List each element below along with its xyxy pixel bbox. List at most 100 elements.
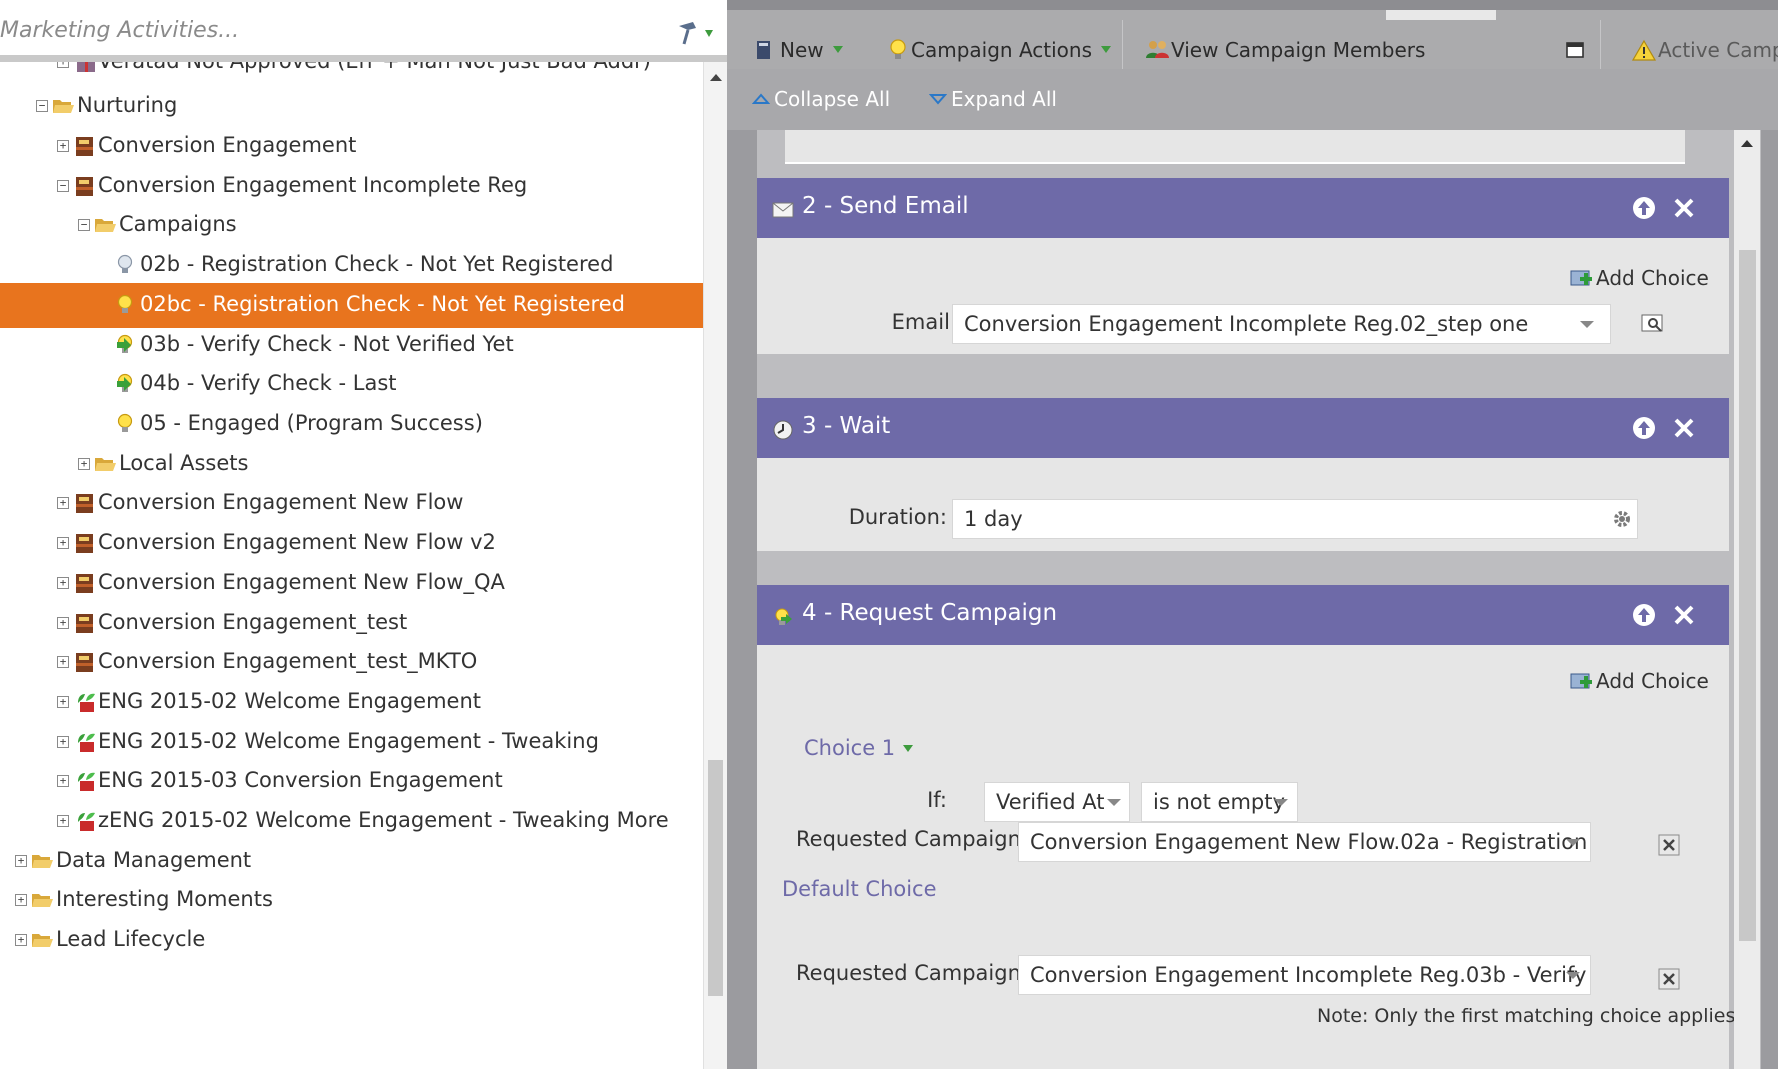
expand-icon[interactable]: + [57, 577, 69, 589]
engagement-program-icon [76, 574, 93, 593]
tree-campaign-02bc-selected[interactable]: 02bc - Registration Check - Not Yet Regi… [0, 283, 703, 328]
engagement-program-icon [76, 653, 93, 672]
collapse-all-button[interactable]: Collapse All [752, 87, 890, 111]
flow-editor-panel: New Campaign Actions View Campaign Membe… [727, 0, 1778, 1069]
collapse-icon[interactable]: − [36, 100, 48, 112]
expand-arrow-icon [929, 94, 947, 105]
condition-field-select[interactable]: Verified At [984, 782, 1130, 822]
chevron-down-icon [1580, 321, 1594, 328]
tree-folder-lead-lifecycle[interactable]: + Lead Lifecycle [0, 918, 703, 963]
preview-email-icon[interactable] [1641, 313, 1665, 335]
chevron-down-icon [1566, 972, 1580, 979]
flow-scrollbar[interactable] [1734, 130, 1760, 1069]
expand-icon[interactable]: + [15, 934, 27, 946]
expand-icon[interactable]: + [57, 736, 69, 748]
search-options-icon[interactable] [676, 20, 716, 48]
expand-icon[interactable]: + [57, 62, 69, 68]
window-icon[interactable] [1565, 40, 1585, 60]
tree-item-conversion-engagement[interactable]: + Conversion Engagement [0, 124, 703, 169]
delete-step-icon[interactable] [1672, 196, 1696, 220]
folder-icon [32, 934, 53, 947]
chevron-down-icon [1107, 799, 1121, 806]
expand-icon[interactable]: + [57, 497, 69, 509]
clock-icon [773, 420, 793, 440]
choice-1-campaign-select[interactable]: Conversion Engagement New Flow.02a - Reg… [1018, 822, 1591, 862]
tree-item-eng-2015-02-welcome[interactable]: + ENG 2015-02 Welcome Engagement [0, 680, 703, 725]
trigger-campaign-icon [117, 373, 133, 392]
email-select[interactable]: Conversion Engagement Incomplete Reg.02_… [952, 304, 1611, 344]
tree-item-eng-2015-03-conversion[interactable]: + ENG 2015-03 Conversion Engagement [0, 759, 703, 804]
remove-choice-icon[interactable] [1658, 968, 1680, 990]
chevron-down-icon [1274, 799, 1288, 806]
expand-icon[interactable]: + [57, 140, 69, 152]
delete-step-icon[interactable] [1672, 603, 1696, 627]
move-up-icon[interactable] [1632, 416, 1656, 440]
expand-icon[interactable]: + [57, 696, 69, 708]
tree-item-veratad[interactable]: + Veratad Not Approved (Err + Man Not Ju… [0, 62, 703, 85]
expand-all-button[interactable]: Expand All [929, 87, 1057, 111]
tree-campaign-02b[interactable]: 02b - Registration Check - Not Yet Regis… [0, 243, 703, 288]
scroll-up-arrow-icon[interactable] [1741, 140, 1753, 147]
search-input[interactable] [0, 0, 660, 60]
collapse-icon[interactable]: − [78, 219, 90, 231]
tree-item-conversion-engagement-new-flow[interactable]: + Conversion Engagement New Flow [0, 481, 703, 526]
dropdown-arrow-icon [1101, 46, 1111, 53]
move-up-icon[interactable] [1632, 603, 1656, 627]
tree-campaign-04b[interactable]: 04b - Verify Check - Last [0, 362, 703, 407]
folder-icon [32, 855, 53, 868]
engagement-program-icon [76, 177, 93, 196]
scroll-up-arrow-icon[interactable] [710, 74, 722, 81]
move-up-icon[interactable] [1632, 196, 1656, 220]
delete-step-icon[interactable] [1672, 416, 1696, 440]
scrollbar-thumb[interactable] [708, 760, 723, 996]
step-header[interactable]: 4 - Request Campaign [757, 585, 1729, 645]
engagement-program-icon [76, 137, 93, 156]
expand-icon[interactable]: + [57, 815, 69, 827]
tree-item-zeng-2015-02-welcome-tweaking-more[interactable]: + zENG 2015-02 Welcome Engagement - Twea… [0, 799, 703, 844]
collapse-icon[interactable]: − [57, 180, 69, 192]
step-header[interactable]: 2 - Send Email [757, 178, 1729, 238]
expand-icon[interactable]: + [57, 617, 69, 629]
scrollbar-thumb[interactable] [1739, 250, 1756, 941]
engagement-program-icon [76, 534, 93, 553]
condition-operator-select[interactable]: is not empty [1141, 782, 1298, 822]
default-campaign-select[interactable]: Conversion Engagement Incomplete Reg.03b… [1018, 955, 1591, 995]
tree-item-conversion-engagement-new-flow-v2[interactable]: + Conversion Engagement New Flow v2 [0, 521, 703, 566]
program-tree: + Veratad Not Approved (Err + Man Not Ju… [0, 62, 703, 1069]
flow-step-send-email: 2 - Send Email Add Choice Email: Convers… [757, 178, 1729, 354]
expand-icon[interactable]: + [78, 458, 90, 470]
choice-1-toggle[interactable]: Choice 1 [804, 736, 914, 760]
flow-steps-canvas: 2 - Send Email Add Choice Email: Convers… [757, 130, 1761, 1069]
email-icon [772, 202, 794, 218]
tree-folder-nurturing[interactable]: − Nurturing [0, 84, 703, 129]
nurture-program-icon [78, 733, 95, 752]
expand-icon[interactable]: + [57, 656, 69, 668]
add-choice-button[interactable]: Add Choice [1570, 266, 1709, 290]
dropdown-arrow-icon [832, 46, 843, 53]
tree-folder-campaigns[interactable]: − Campaigns [0, 203, 703, 248]
toolbar: New Campaign Actions View Campaign Membe… [727, 0, 1778, 79]
nurture-program-icon [78, 812, 95, 831]
step-header[interactable]: 3 - Wait [757, 398, 1729, 458]
people-icon [1146, 40, 1169, 58]
expand-icon[interactable]: + [15, 894, 27, 906]
expand-icon[interactable]: + [57, 537, 69, 549]
expand-icon[interactable]: + [15, 855, 27, 867]
tree-item-conversion-engagement-new-flow-qa[interactable]: + Conversion Engagement New Flow_QA [0, 561, 703, 606]
toolbar-tab-notch [1386, 10, 1496, 20]
collapse-arrow-icon [752, 93, 770, 104]
dropdown-arrow-icon [903, 744, 914, 752]
engagement-program-icon [76, 614, 93, 633]
expand-icon[interactable]: + [57, 775, 69, 787]
remove-choice-icon[interactable] [1658, 834, 1680, 856]
tree-folder-interesting-moments[interactable]: + Interesting Moments [0, 878, 703, 923]
add-choice-button[interactable]: Add Choice [1570, 669, 1709, 693]
tree-campaign-05[interactable]: 05 - Engaged (Program Success) [0, 402, 703, 447]
gear-icon[interactable] [1611, 508, 1633, 530]
folder-icon [95, 458, 116, 471]
warning-icon [1632, 39, 1656, 61]
tree-scrollbar[interactable] [703, 62, 727, 1069]
tree-item-conversion-engagement-test-mkto[interactable]: + Conversion Engagement_test_MKTO [0, 640, 703, 685]
duration-field[interactable]: 1 day [952, 499, 1638, 539]
trigger-campaign-icon [117, 334, 133, 353]
